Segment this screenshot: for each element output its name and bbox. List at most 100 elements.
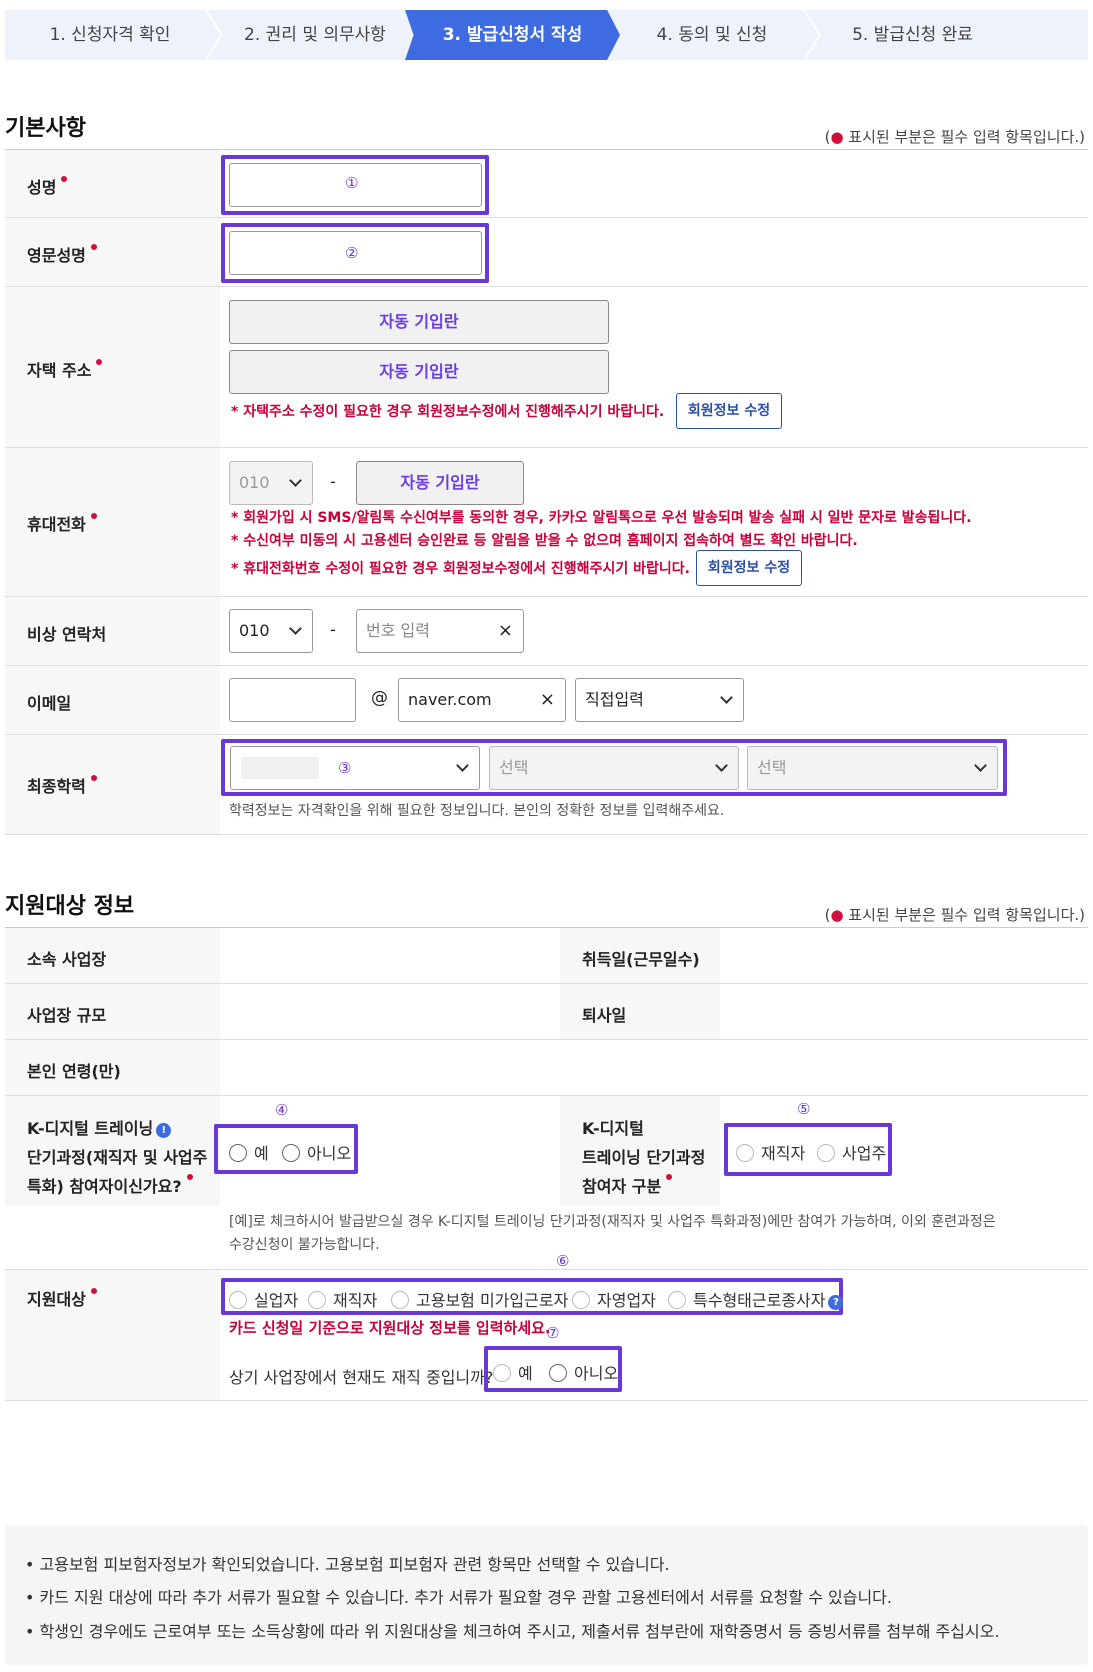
edit-member-button-2[interactable]: 회원정보 수정 (696, 550, 802, 586)
kdigital-no-radio[interactable]: 아니오 (282, 1140, 351, 1164)
target-row: 지원대상 ⑥ 실업자 재직자 고용보험 미가입근로자 자영업자 특수형태근로종사… (5, 1252, 1088, 1401)
email-domain-select[interactable]: 직접입력 (575, 678, 744, 722)
kdigital-help-1: [예]로 체크하시어 발급받으실 경우 K-디지털 트레이닝 단기과정(재직자 … (229, 1214, 996, 1230)
employee-label: 재직자 (761, 1144, 806, 1163)
step-3-active: 3. 발급신청서 작성 (405, 10, 620, 60)
progress-stepper: 1. 신청자격 확인 2. 권리 및 의무사항 3. 발급신청서 작성 4. 동… (5, 10, 1088, 60)
kdigital-label-cell: K-디지털 트레이닝! 단기과정(재직자 및 사업주 특화) 참여자이신가요? (5, 1096, 220, 1206)
mobile-number-autofill[interactable]: 자동 기입란 (356, 461, 524, 505)
acquired-label: 취득일(근무일수) (582, 950, 700, 969)
clear-icon[interactable]: × (540, 679, 555, 721)
kdigital-label-line2: 단기과정(재직자 및 사업주 (27, 1148, 208, 1167)
education-status-select[interactable]: 선택 (747, 746, 998, 790)
chevron-down-icon (720, 691, 733, 704)
required-dot-icon (90, 775, 97, 781)
address-line1-autofill[interactable]: 자동 기입란 (229, 300, 609, 344)
current-no-radio[interactable]: 아니오 (549, 1360, 618, 1384)
required-dot-icon: ● (830, 128, 844, 146)
edit-member-button[interactable]: 회원정보 수정 (676, 393, 782, 429)
required-note-text: 표시된 부분은 필수 입력 항목입니다.) (843, 128, 1085, 146)
eng-name-label: 영문성명 (27, 242, 97, 266)
info-icon[interactable]: ! (156, 1123, 172, 1138)
required-note-text: 표시된 부분은 필수 입력 항목입니다.) (843, 906, 1085, 924)
radio-circle-icon (736, 1144, 754, 1162)
required-dot-icon (61, 176, 68, 182)
basic-section-title: 기본사항 (5, 116, 86, 141)
employee-radio[interactable]: 재직자 (736, 1140, 805, 1164)
kdigital-type-label: K-디지털 트레이닝 단기과정 참여자 구분 (582, 1114, 705, 1201)
eng-name-label-cell: 영문성명 (5, 218, 220, 286)
application-form-page: 1. 신청자격 확인 2. 권리 및 의무사항 3. 발급신청서 작성 4. 동… (0, 0, 1093, 1672)
radio-circle-icon (572, 1291, 590, 1309)
current-question: 상기 사업장에서 현재도 재직 중입니까? (229, 1368, 494, 1387)
kdigital-yes-radio[interactable]: 예 (229, 1140, 269, 1164)
marker-3: ③ (338, 759, 352, 777)
education-status-value: 선택 (757, 758, 787, 777)
address-line2-autofill[interactable]: 자동 기입란 (229, 350, 609, 394)
mobile-prefix-select[interactable]: 010 (229, 461, 313, 505)
age-row: 본인 연령(만) (5, 1040, 1088, 1096)
target-option-label: 특수형태근로종사자 (693, 1291, 826, 1310)
dash-separator: - (330, 620, 336, 639)
target-option-label: 실업자 (254, 1291, 299, 1310)
required-dot-icon (666, 1174, 673, 1180)
address-label-cell: 자택 주소 (5, 287, 220, 447)
mobile-warning-2: * 수신여부 미동의 시 고용센터 승인완료 등 알림을 받을 수 없으며 홈페… (231, 533, 858, 549)
radio-circle-icon (229, 1291, 247, 1309)
target-label: 지원대상 (27, 1286, 97, 1310)
emergency-row: 비상 연락처 010 - 번호 입력 × (5, 597, 1088, 666)
support-section-title: 지원대상 정보 (5, 894, 135, 919)
target-selfemployed-radio[interactable]: 자영업자 (572, 1287, 656, 1311)
education-label-text: 최종학력 (27, 777, 86, 796)
education-school-value: 선택 (499, 758, 529, 777)
kdigital-label-line1: K-디지털 트레이닝 (27, 1119, 154, 1138)
radio-circle-icon (282, 1144, 300, 1162)
notice-item-3: • 학생인 경우에도 근로여부 또는 소득상황에 따라 위 지원대상을 체크하여… (25, 1622, 1000, 1641)
notice-item-2: • 카드 지원 대상에 따라 추가 서류가 필요할 수 있습니다. 추가 서류가… (25, 1588, 892, 1607)
eng-name-row: 영문성명 ② (5, 218, 1088, 287)
target-employee-radio[interactable]: 재직자 (308, 1287, 377, 1311)
radio-circle-icon (229, 1144, 247, 1162)
required-dot-icon (90, 1288, 97, 1294)
email-domain-select-value: 직접입력 (585, 690, 644, 709)
email-label-cell: 이메일 (5, 666, 220, 734)
kdigital-label: K-디지털 트레이닝! 단기과정(재직자 및 사업주 특화) 참여자이신가요? (27, 1114, 207, 1201)
emergency-prefix-select[interactable]: 010 (229, 609, 313, 653)
step-1: 1. 신청자격 확인 (49, 25, 171, 45)
blurred-value (241, 757, 319, 779)
workplace-label-cell: 소속 사업장 (5, 928, 220, 983)
target-special-radio[interactable]: 특수형태근로종사자? (668, 1287, 844, 1311)
step-5: 5. 발급신청 완료 (852, 25, 973, 45)
required-note: (● 표시된 부분은 필수 입력 항목입니다.) (825, 126, 1085, 147)
target-label-text: 지원대상 (27, 1290, 86, 1309)
current-no-label: 아니오 (574, 1364, 619, 1383)
current-yes-radio[interactable]: 예 (493, 1360, 533, 1384)
target-unemployed-radio[interactable]: 실업자 (229, 1287, 298, 1311)
education-label-cell: 최종학력 (5, 735, 220, 834)
radio-circle-icon (817, 1144, 835, 1162)
email-id-input[interactable] (229, 678, 356, 722)
mobile-row: 휴대전화 010 - 자동 기입란 * 회원가입 시 SMS/알림톡 수신여부를… (5, 448, 1088, 597)
name-label-cell: 성명 (5, 150, 220, 217)
emergency-placeholder: 번호 입력 (366, 621, 430, 640)
help-icon[interactable]: ? (828, 1295, 844, 1310)
eng-name-label-text: 영문성명 (27, 246, 86, 265)
required-dot-icon (186, 1174, 193, 1180)
employer-radio[interactable]: 사업주 (817, 1140, 886, 1164)
notice-item-1: • 고용보험 피보험자정보가 확인되었습니다. 고용보험 피보험자 관련 항목만… (25, 1555, 670, 1574)
email-domain-input[interactable]: naver.com × (398, 678, 566, 722)
email-row: 이메일 @ naver.com × 직접입력 (5, 666, 1088, 735)
clear-icon[interactable]: × (498, 610, 513, 652)
kdigital-type-line2: 트레이닝 단기과정 (582, 1148, 706, 1167)
target-uninsured-radio[interactable]: 고용보험 미가입근로자 (391, 1287, 568, 1311)
kdigital-help-2: 수강신청이 불가능합니다. (229, 1237, 380, 1253)
marker-1: ① (345, 174, 359, 192)
target-option-label: 고용보험 미가입근로자 (416, 1291, 569, 1310)
education-level-select[interactable] (230, 746, 480, 790)
age-label-cell: 본인 연령(만) (5, 1040, 220, 1095)
emergency-number-input[interactable]: 번호 입력 × (356, 609, 524, 653)
employer-label: 사업주 (842, 1144, 887, 1163)
address-label-text: 자택 주소 (27, 361, 92, 380)
leave-label: 퇴사일 (582, 1006, 627, 1025)
education-school-select[interactable]: 선택 (489, 746, 739, 790)
